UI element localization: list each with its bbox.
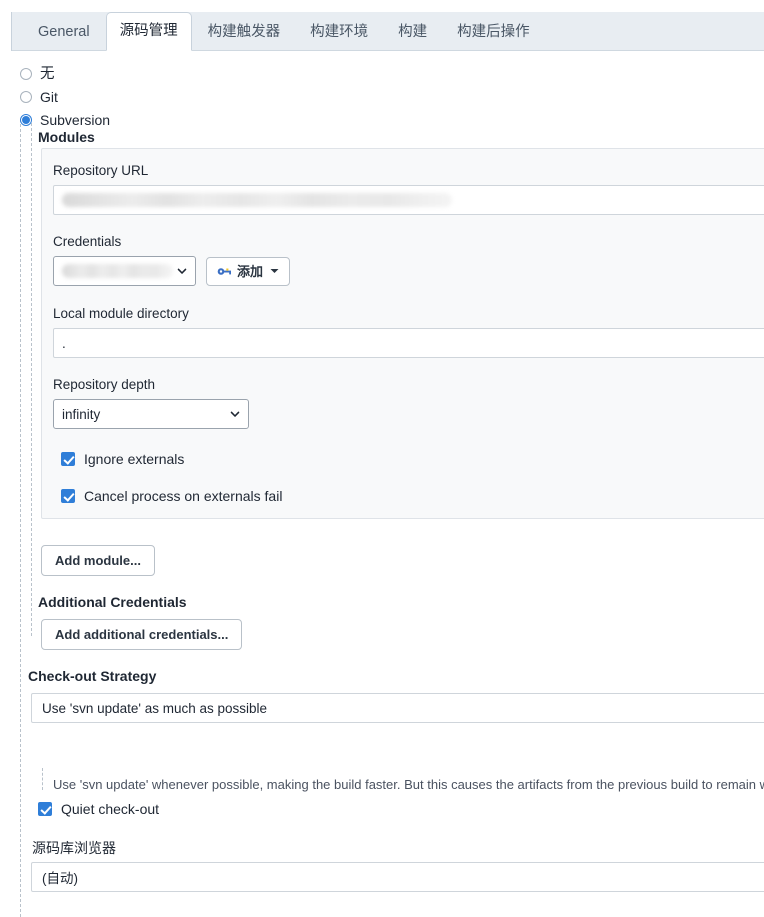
repository-browser-select[interactable]: (自动) bbox=[31, 862, 764, 892]
radio-option-none[interactable]: 无 bbox=[0, 62, 764, 85]
radio-option-git[interactable]: Git bbox=[0, 85, 764, 108]
chevron-down-icon bbox=[230, 409, 240, 419]
indent-guide-inner bbox=[31, 123, 32, 636]
repository-url-input[interactable] bbox=[53, 185, 764, 215]
tab-build-triggers[interactable]: 构建触发器 bbox=[194, 13, 295, 51]
add-credentials-label: 添加 bbox=[237, 264, 263, 279]
tabbar-left-edge bbox=[0, 12, 12, 52]
cancel-process-on-externals-fail-checkbox[interactable] bbox=[61, 489, 75, 503]
ignore-externals-label: Ignore externals bbox=[84, 451, 184, 467]
add-additional-credentials-button[interactable]: Add additional credentials... bbox=[41, 619, 242, 650]
tab-bar: General 源码管理 构建触发器 构建环境 构建 构建后操作 bbox=[12, 12, 764, 51]
repository-depth-value: infinity bbox=[62, 407, 100, 422]
cancel-process-on-externals-fail-label: Cancel process on externals fail bbox=[84, 488, 282, 504]
repository-depth-label: Repository depth bbox=[53, 377, 764, 392]
caret-down-icon bbox=[270, 268, 279, 274]
repository-url-redacted-value bbox=[62, 193, 452, 207]
radio-icon-subversion bbox=[20, 114, 32, 126]
radio-icon-none bbox=[20, 68, 32, 80]
credentials-label: Credentials bbox=[53, 234, 764, 249]
quiet-checkout-label: Quiet check-out bbox=[61, 801, 159, 817]
checkout-strategy-select[interactable]: Use 'svn update' as much as possible bbox=[31, 693, 764, 723]
module-panel: Repository URL Credentials 添加 bbox=[41, 148, 764, 519]
tab-source-code-management[interactable]: 源码管理 bbox=[106, 12, 192, 51]
key-icon bbox=[217, 266, 232, 277]
radio-icon-git bbox=[20, 91, 32, 103]
tab-post-build-actions[interactable]: 构建后操作 bbox=[443, 13, 544, 51]
repository-url-label: Repository URL bbox=[53, 163, 764, 178]
radio-label-none: 无 bbox=[40, 65, 55, 83]
local-module-directory-label: Local module directory bbox=[53, 306, 764, 321]
quiet-checkout-checkbox[interactable] bbox=[38, 802, 52, 816]
indent-guide-strategy bbox=[42, 768, 43, 790]
credentials-select[interactable] bbox=[53, 256, 196, 286]
local-module-directory-input[interactable]: . bbox=[53, 328, 764, 358]
checkout-strategy-description: Use 'svn update' whenever possible, maki… bbox=[53, 777, 764, 792]
indent-guide-outer bbox=[20, 119, 21, 917]
repository-browser-label: 源码库浏览器 bbox=[32, 838, 116, 858]
radio-label-git: Git bbox=[40, 88, 58, 106]
radio-label-subversion: Subversion bbox=[40, 111, 110, 129]
cancel-process-on-externals-fail-row[interactable]: Cancel process on externals fail bbox=[61, 488, 764, 504]
tab-build-environment[interactable]: 构建环境 bbox=[296, 13, 382, 51]
checkout-strategy-label: Check-out Strategy bbox=[28, 668, 156, 684]
radio-option-subversion[interactable]: Subversion bbox=[0, 108, 764, 131]
repository-depth-select[interactable]: infinity bbox=[53, 399, 249, 429]
quiet-checkout-row[interactable]: Quiet check-out bbox=[38, 801, 159, 817]
modules-section-label: Modules bbox=[38, 129, 95, 145]
add-credentials-button[interactable]: 添加 bbox=[206, 257, 290, 286]
credentials-redacted-value bbox=[62, 264, 173, 278]
tab-build[interactable]: 构建 bbox=[384, 13, 441, 51]
additional-credentials-label: Additional Credentials bbox=[38, 594, 187, 610]
tab-general[interactable]: General bbox=[24, 13, 104, 51]
chevron-down-icon bbox=[177, 266, 187, 276]
add-module-button[interactable]: Add module... bbox=[41, 545, 155, 576]
ignore-externals-checkbox[interactable] bbox=[61, 452, 75, 466]
ignore-externals-row[interactable]: Ignore externals bbox=[61, 451, 764, 467]
scm-config-panel: 无 Git Subversion Modules Repository URL … bbox=[0, 51, 764, 866]
